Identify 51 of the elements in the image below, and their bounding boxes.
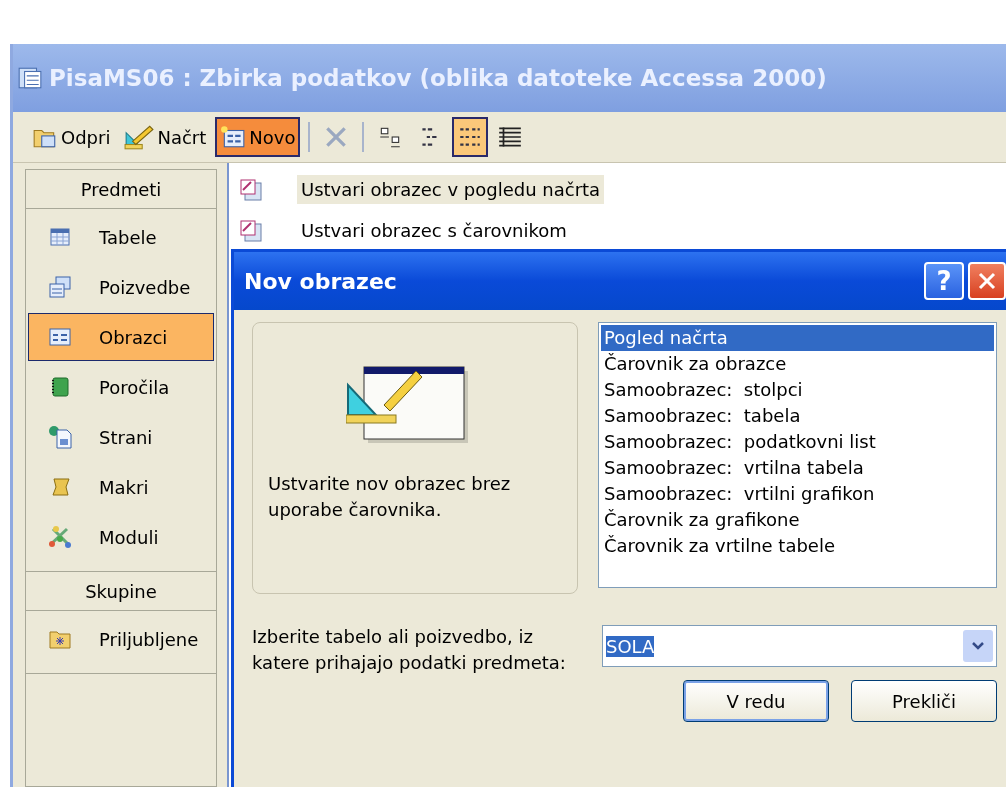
object-type-item[interactable]: Strani <box>28 413 214 461</box>
toolbar-button[interactable]: Načrt <box>119 117 212 157</box>
form-design-icon <box>346 365 470 445</box>
chevron-down-icon <box>971 641 985 651</box>
object-type-item[interactable]: Obrazci <box>28 313 214 361</box>
object-type-item[interactable]: Poizvedbe <box>28 263 214 311</box>
page-icon <box>47 424 73 450</box>
object-item[interactable]: Ustvari obrazec v pogledu načrta <box>297 175 605 204</box>
toolbar-button[interactable]: Odpri <box>27 117 116 157</box>
database-icon <box>17 65 43 91</box>
new-form-icon <box>220 125 247 149</box>
list-option[interactable]: Pogled načrta <box>601 325 994 351</box>
close-icon <box>977 271 997 291</box>
shortcut-icon <box>239 177 263 202</box>
list-option[interactable]: Samoobrazec: vrtilni grafikon <box>601 481 994 507</box>
module-icon <box>47 525 73 549</box>
list-option[interactable]: Čarovnik za grafikone <box>601 507 994 533</box>
dialog-button[interactable]: V redu <box>683 680 829 722</box>
scroll-icon <box>49 477 71 497</box>
form-icon <box>48 326 72 348</box>
dialog-button[interactable]: Prekliči <box>851 680 997 722</box>
list-option[interactable]: Samoobrazec: tabela <box>601 403 994 429</box>
toolbar-button[interactable]: Novo <box>215 117 301 157</box>
dialog-title: Nov obrazec <box>244 268 398 294</box>
object-type-item[interactable]: Makri <box>28 463 214 511</box>
query-icon <box>48 275 72 299</box>
report-icon <box>50 376 70 398</box>
list-option[interactable]: Samoobrazec: vrtilna tabela <box>601 455 994 481</box>
table-icon <box>49 226 71 248</box>
close-button[interactable] <box>968 262 1006 300</box>
folder-icon <box>48 628 72 650</box>
list-option[interactable]: Samoobrazec: podatkovni list <box>601 429 994 455</box>
description-text: Ustvarite nov obrazec brez uporabe čarovnika. <box>268 472 512 522</box>
help-button[interactable]: ? <box>924 262 964 300</box>
details-view-icon <box>497 124 524 150</box>
object-item[interactable]: Ustvari obrazec s čarovnikom <box>297 216 571 245</box>
list-option[interactable]: Samoobrazec: stolpci <box>601 377 994 403</box>
object-type-item[interactable]: Moduli <box>28 513 214 561</box>
list-option[interactable]: Čarovnik za vrtilne tabele <box>601 533 994 559</box>
object-type-item[interactable]: Priljubljene <box>28 615 214 663</box>
group-header[interactable]: Predmeti <box>26 170 216 209</box>
shortcut-icon <box>239 218 263 243</box>
source-label: Izberite tabelo ali poizvedbo, iz katere prihajajo podatki predmeta: <box>252 625 567 675</box>
object-type-item[interactable]: Tabele <box>28 213 214 261</box>
window-title: PisaMS06 : Zbirka podatkov (oblika datoteke Accessa 2000) <box>49 65 827 91</box>
list-option[interactable]: Čarovnik za obrazce <box>601 351 994 377</box>
ruler-pencil-icon <box>124 124 155 150</box>
source-dropdown[interactable]: SOLA <box>602 625 997 667</box>
object-type-item[interactable]: Poročila <box>28 363 214 411</box>
group-header[interactable]: Skupine <box>26 572 216 611</box>
view-button[interactable] <box>452 117 489 157</box>
